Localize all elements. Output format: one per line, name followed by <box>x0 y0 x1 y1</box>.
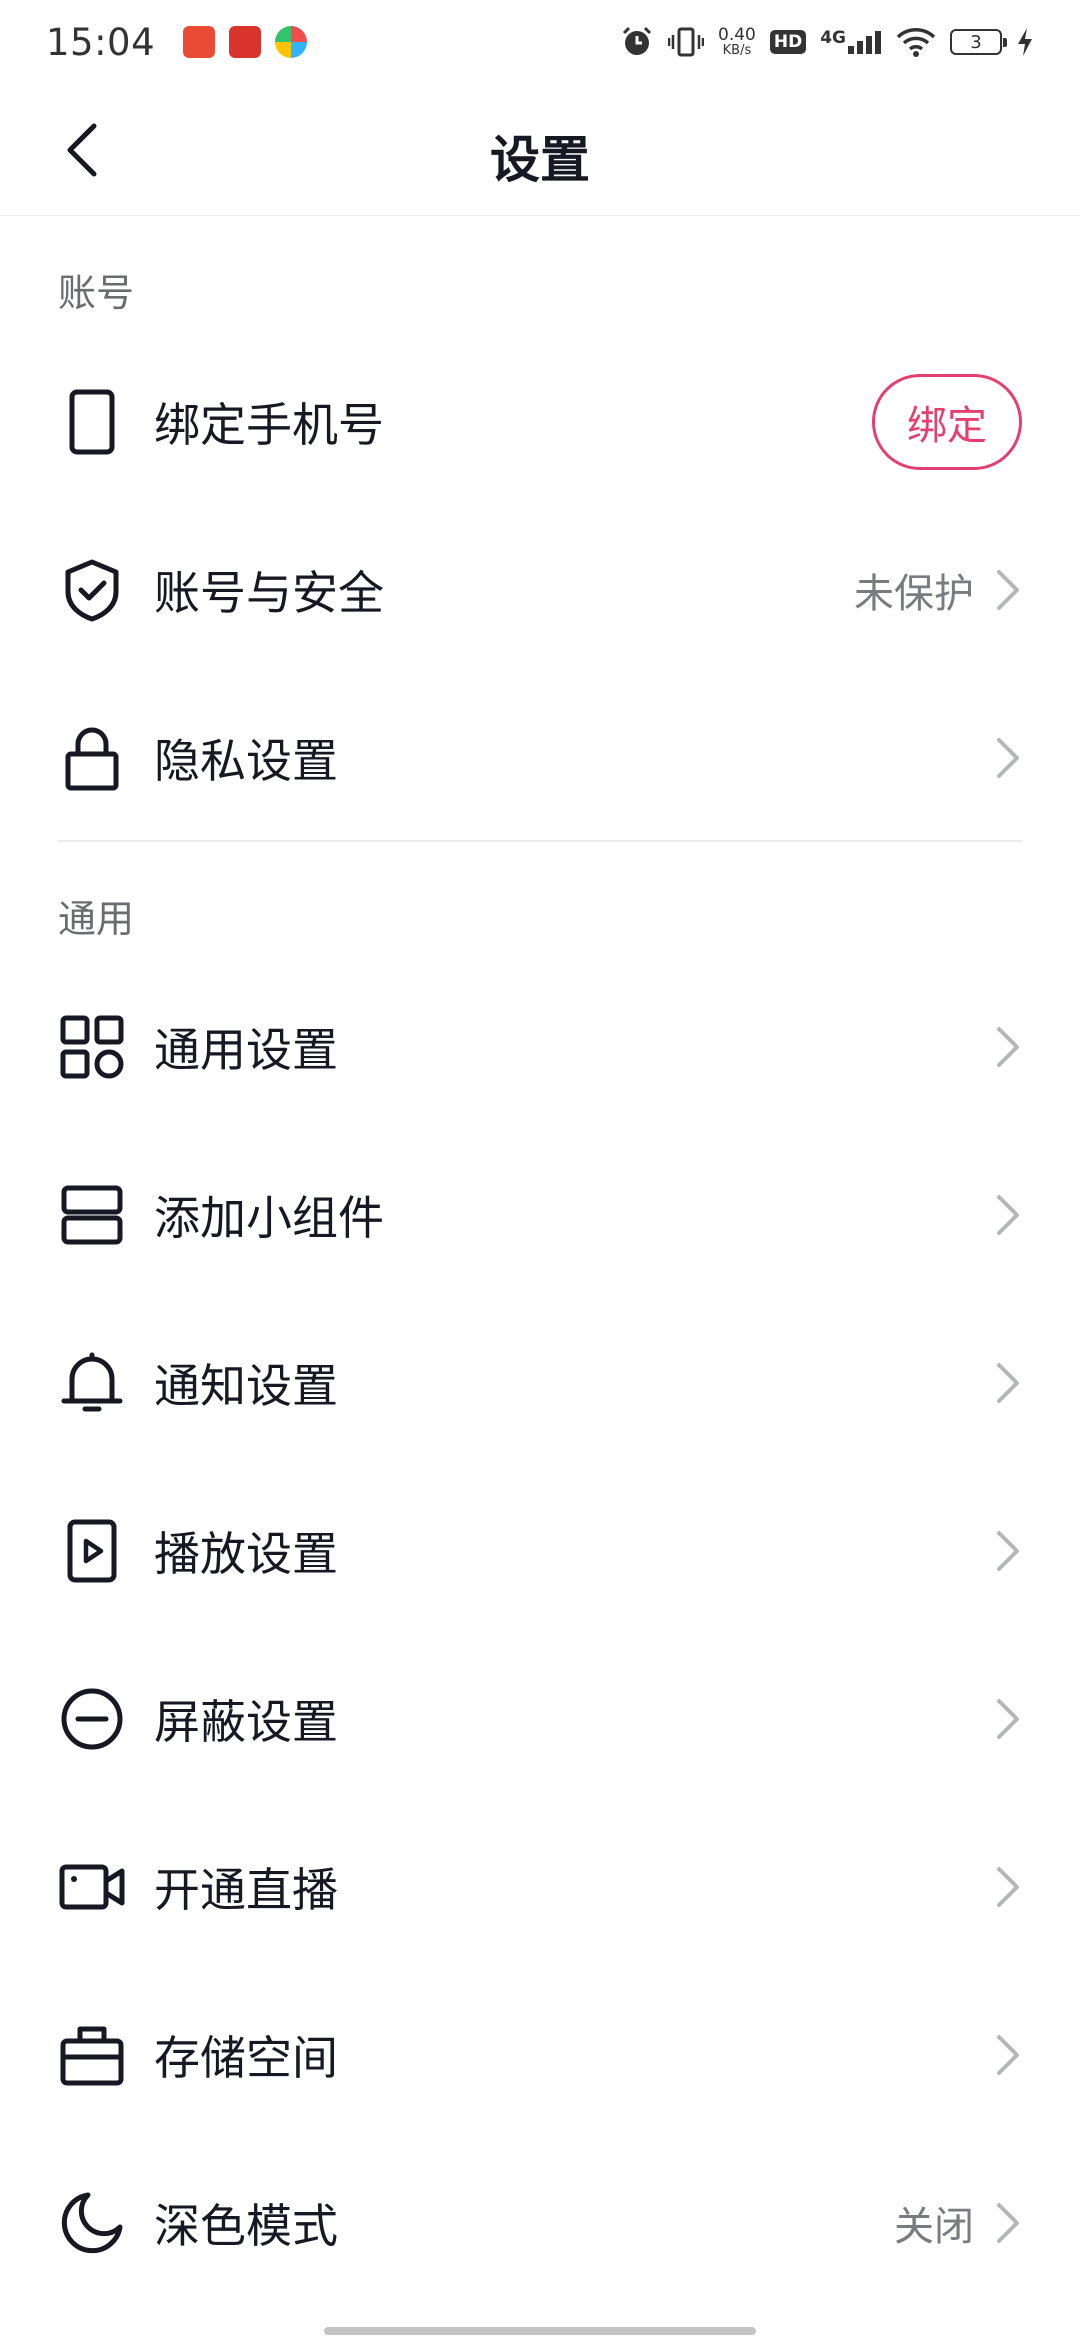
app-notification-icon <box>275 26 308 58</box>
row-label: 隐私设置 <box>154 734 338 788</box>
cellular-signal-icon: 4G <box>820 28 882 54</box>
network-speed-value: 0.40 <box>718 25 756 45</box>
block-icon <box>58 1685 126 1753</box>
lock-icon <box>58 724 126 792</box>
app-notification-icon <box>229 26 262 58</box>
row-account-security[interactable]: 账号与安全 未保护 <box>0 506 1080 674</box>
row-general-settings[interactable]: 通用设置 <box>0 963 1080 1131</box>
network-speed: 0.40 KB/s <box>718 25 756 58</box>
row-privacy-settings[interactable]: 隐私设置 <box>0 674 1080 842</box>
phone-icon <box>58 388 126 456</box>
play-icon <box>58 1517 126 1585</box>
row-notification-settings[interactable]: 通知设置 <box>0 1299 1080 1467</box>
wifi-icon <box>896 27 936 57</box>
alarm-icon <box>620 25 654 59</box>
row-label: 屏蔽设置 <box>154 1695 338 1749</box>
bind-button-label: 绑定 <box>907 403 987 449</box>
chevron-right-icon <box>990 1023 1024 1071</box>
vibrate-icon <box>668 26 704 58</box>
row-block-settings[interactable]: 屏蔽设置 <box>0 1635 1080 1803</box>
settings-page: 15:04 0.40 KB/s HD 4G 3 设置 账号 绑定手机号 绑定 账… <box>0 0 1080 2340</box>
row-label: 存储空间 <box>154 2031 338 2085</box>
row-bind-phone[interactable]: 绑定手机号 绑定 <box>0 338 1080 506</box>
charging-icon <box>1016 27 1034 57</box>
storage-icon <box>58 2021 126 2089</box>
chevron-right-icon <box>990 1359 1024 1407</box>
app-notification-icon <box>183 26 216 58</box>
row-label: 通用设置 <box>154 1023 338 1077</box>
chevron-right-icon <box>990 1191 1024 1239</box>
status-bar-right: 0.40 KB/s HD 4G 3 <box>620 25 1034 59</box>
chevron-right-icon <box>990 2031 1024 2079</box>
row-label: 深色模式 <box>154 2199 338 2253</box>
grid-icon <box>58 1013 126 1081</box>
bell-icon <box>58 1349 126 1417</box>
row-dark-mode[interactable]: 深色模式 关闭 <box>0 2139 1080 2307</box>
page-title: 设置 <box>490 131 590 189</box>
chevron-right-icon <box>990 1527 1024 1575</box>
row-label: 播放设置 <box>154 1527 338 1581</box>
row-label: 绑定手机号 <box>154 398 384 452</box>
header: 设置 <box>0 84 1080 216</box>
bind-button[interactable]: 绑定 <box>872 374 1022 470</box>
row-add-widget[interactable]: 添加小组件 <box>0 1131 1080 1299</box>
row-label: 通知设置 <box>154 1359 338 1413</box>
row-label: 账号与安全 <box>154 566 384 620</box>
widget-icon <box>58 1181 126 1249</box>
battery-level: 3 <box>970 31 982 53</box>
moon-icon <box>58 2189 126 2257</box>
hd-badge: HD <box>769 30 807 54</box>
row-label: 添加小组件 <box>154 1191 384 1245</box>
network-speed-unit: KB/s <box>722 43 752 58</box>
shield-check-icon <box>58 556 126 624</box>
chevron-right-icon <box>990 566 1024 614</box>
chevron-right-icon <box>990 1863 1024 1911</box>
status-time: 15:04 <box>46 20 156 64</box>
home-indicator[interactable] <box>324 2327 756 2335</box>
section-title-general: 通用 <box>58 897 135 941</box>
row-start-live[interactable]: 开通直播 <box>0 1803 1080 1971</box>
row-value: 未保护 <box>854 571 974 617</box>
row-storage[interactable]: 存储空间 <box>0 1971 1080 2139</box>
chevron-right-icon <box>990 734 1024 782</box>
status-bar: 15:04 0.40 KB/s HD 4G 3 <box>0 0 1080 84</box>
section-title-account: 账号 <box>58 271 135 315</box>
network-type: 4G <box>820 28 846 48</box>
chevron-right-icon <box>990 2199 1024 2247</box>
battery-indicator: 3 <box>950 29 1007 55</box>
status-bar-left: 15:04 <box>46 20 308 64</box>
row-label: 开通直播 <box>154 1863 338 1917</box>
row-playback-settings[interactable]: 播放设置 <box>0 1467 1080 1635</box>
video-camera-icon <box>58 1853 126 1921</box>
row-value: 关闭 <box>894 2204 974 2250</box>
chevron-right-icon <box>990 1695 1024 1743</box>
section-divider <box>58 840 1022 842</box>
